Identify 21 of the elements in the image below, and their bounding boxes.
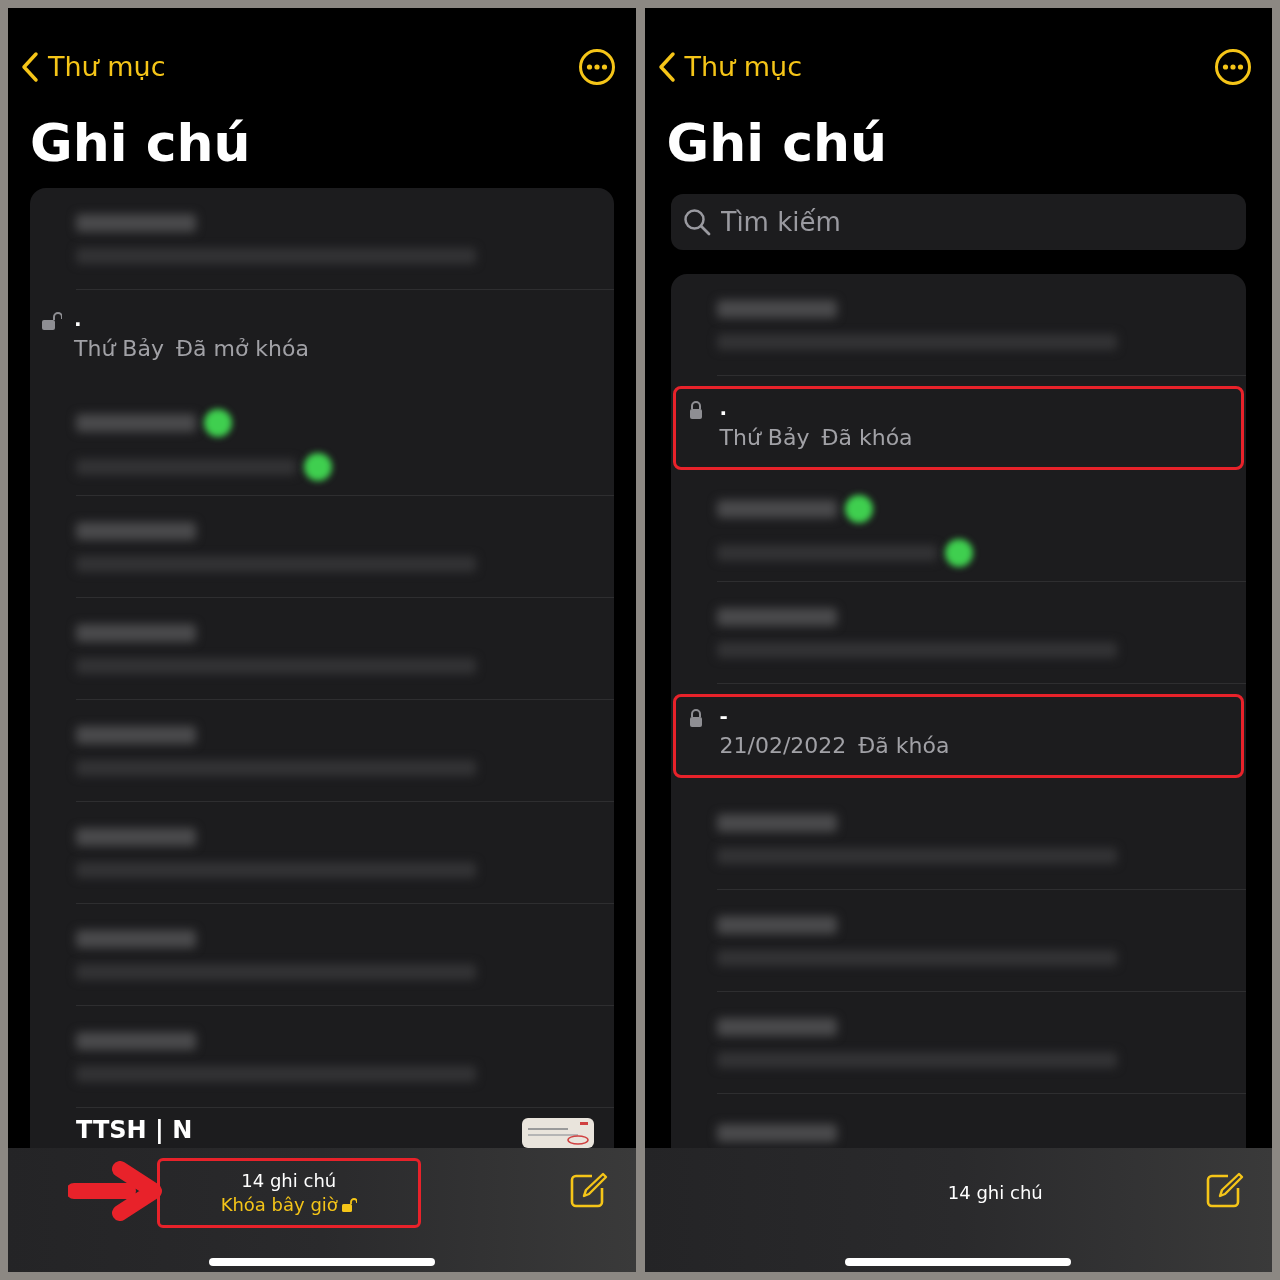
search-field[interactable]: Tìm kiếm (670, 194, 1246, 250)
note-count: 14 ghi chú (947, 1181, 1043, 1205)
note-title: . (74, 306, 83, 332)
note-date: 21/02/2022 (719, 732, 847, 760)
highlighted-note-row[interactable]: - 21/02/2022 Đã khóa (672, 694, 1244, 778)
lock-status: Đã khóa (821, 424, 913, 452)
lock-now-button[interactable]: Khóa bây giờ (220, 1193, 357, 1217)
note-date: Thứ Bảy (74, 335, 164, 363)
note-title: TTSH | N (76, 1118, 193, 1142)
page-title: Ghi chú (30, 117, 251, 169)
note-row[interactable]: . Thứ Bảy Đã mở khóa (30, 300, 614, 384)
back-button[interactable]: Thư mục (656, 46, 803, 88)
note-title: - (719, 703, 729, 729)
highlighted-note-row[interactable]: . Thứ Bảy Đã khóa (672, 386, 1244, 470)
back-button[interactable]: Thư mục (20, 46, 166, 88)
lock-status: Đã khóa (858, 732, 950, 760)
note-date: Thứ Bảy (719, 424, 810, 452)
page-title: Ghi chú (666, 117, 887, 169)
note-title: . (719, 395, 729, 421)
note-count: 14 ghi chú (241, 1169, 337, 1193)
lock-status: Đã mở khóa (175, 335, 309, 363)
